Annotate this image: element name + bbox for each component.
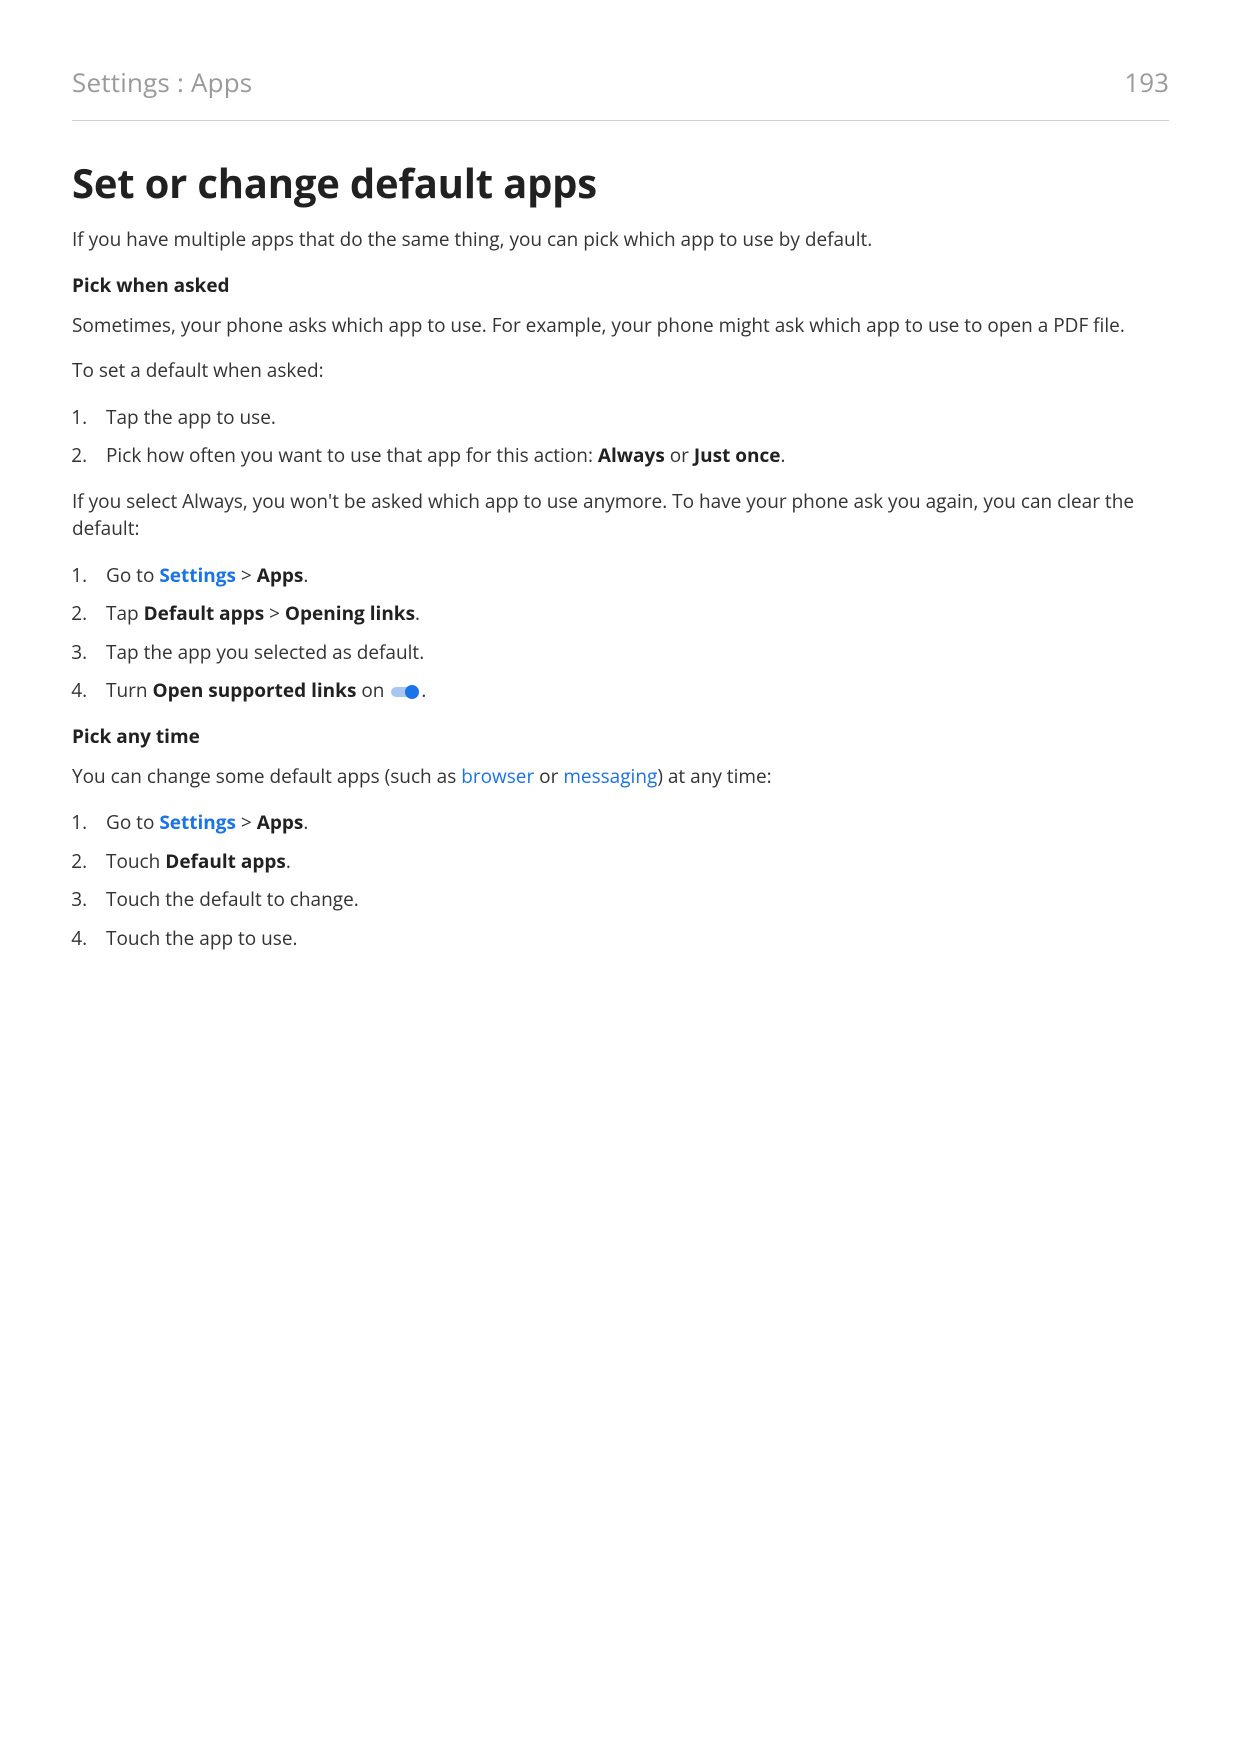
page-header: Settings : Apps 193 [72, 64, 1169, 100]
bold-text: Just once [694, 442, 781, 468]
text: or [534, 763, 563, 789]
bold-text: Apps [257, 809, 304, 835]
text: Go to [106, 809, 159, 835]
text: Go to [106, 562, 159, 588]
text: . [421, 677, 426, 703]
messaging-link[interactable]: messaging [563, 763, 657, 789]
bold-text: Open supported links [152, 677, 356, 703]
section-heading-pick-any-time: Pick any time [72, 723, 1169, 749]
settings-link[interactable]: Settings [159, 562, 236, 588]
page-number: 193 [1124, 64, 1169, 100]
paragraph: You can change some default apps (such a… [72, 763, 1169, 791]
toggle-on-icon [391, 685, 419, 699]
bold-text: Apps [257, 562, 304, 588]
text: > [236, 562, 257, 588]
text: or [665, 442, 694, 468]
list-item: Touch Default apps. [92, 847, 1169, 876]
list-item: Touch the app to use. [92, 924, 1169, 953]
list-item: Tap Default apps > Opening links. [92, 599, 1169, 628]
list-item: Tap the app you selected as default. [92, 638, 1169, 667]
list-item: Go to Settings > Apps. [92, 808, 1169, 837]
text: Turn [106, 677, 152, 703]
ordered-list: Tap the app to use. Pick how often you w… [72, 403, 1169, 470]
text: You can change some default apps (such a… [72, 763, 461, 789]
bold-text: Default apps [165, 848, 286, 874]
ordered-list: Go to Settings > Apps. Touch Default app… [72, 808, 1169, 952]
text: ) at any time: [657, 763, 771, 789]
section-heading-pick-when-asked: Pick when asked [72, 272, 1169, 298]
list-item: Pick how often you want to use that app … [92, 441, 1169, 470]
breadcrumb: Settings : Apps [72, 64, 252, 100]
list-item: Touch the default to change. [92, 885, 1169, 914]
text: Pick how often you want to use that app … [106, 442, 598, 468]
text: . [303, 562, 308, 588]
settings-link[interactable]: Settings [159, 809, 236, 835]
list-item: Go to Settings > Apps. [92, 561, 1169, 590]
bold-text: Default apps [144, 600, 265, 626]
browser-link[interactable]: browser [461, 763, 534, 789]
paragraph: To set a default when asked: [72, 357, 1169, 385]
text: . [415, 600, 420, 626]
paragraph: If you select Always, you won't be asked… [72, 488, 1169, 543]
bold-text: Opening links [285, 600, 415, 626]
list-item: Turn Open supported links on . [92, 676, 1169, 705]
bold-text: Always [598, 442, 665, 468]
header-divider [72, 120, 1169, 121]
text: on [356, 677, 389, 703]
intro-paragraph: If you have multiple apps that do the sa… [72, 226, 1169, 254]
paragraph: Sometimes, your phone asks which app to … [72, 312, 1169, 340]
text: . [286, 848, 291, 874]
text: . [303, 809, 308, 835]
text: > [236, 809, 257, 835]
document-page: Settings : Apps 193 Set or change defaul… [0, 0, 1241, 1754]
list-item: Tap the app to use. [92, 403, 1169, 432]
text: Touch [106, 848, 165, 874]
ordered-list: Go to Settings > Apps. Tap Default apps … [72, 561, 1169, 705]
page-title: Set or change default apps [72, 155, 1169, 210]
text: . [781, 442, 786, 468]
text: > [264, 600, 285, 626]
text: Tap [106, 600, 144, 626]
